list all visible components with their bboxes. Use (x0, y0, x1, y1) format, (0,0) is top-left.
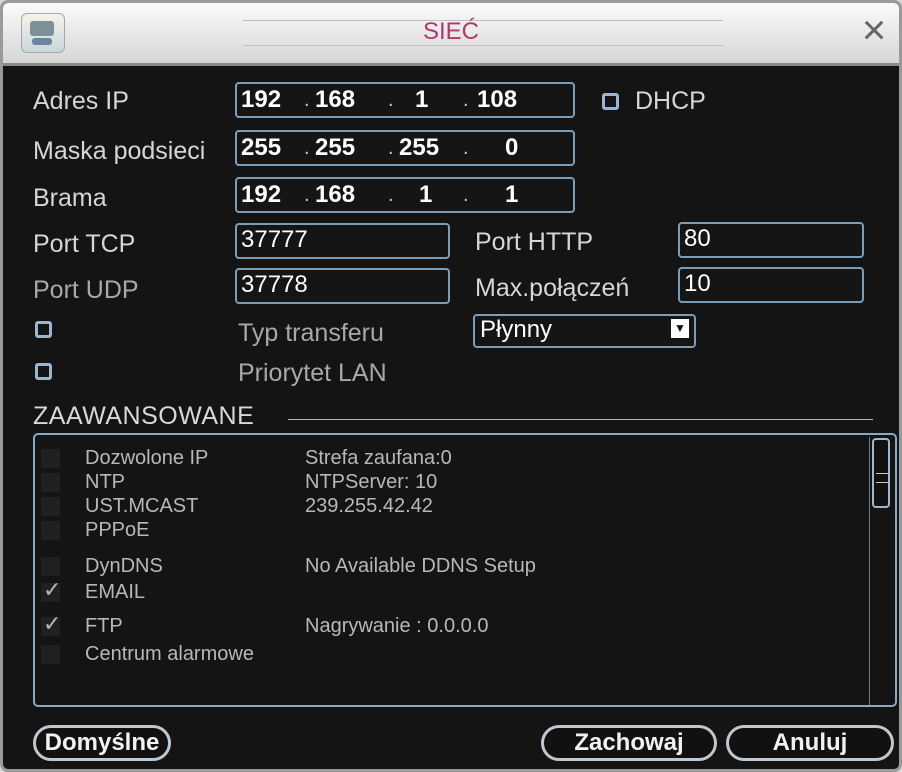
gateway-octet-2[interactable]: 168 (315, 180, 355, 210)
save-button[interactable]: Zachowaj (541, 725, 717, 761)
http-port-label: Port HTTP (475, 228, 594, 256)
item-checkbox[interactable] (41, 473, 60, 492)
list-item[interactable]: UST.MCAST 239.255.42.42 (35, 495, 865, 519)
item-name: DynDNS (85, 555, 163, 577)
mask-separator-2: . (388, 137, 394, 159)
item-value: NTPServer: 10 (305, 471, 438, 493)
tcp-port-label: Port TCP (33, 230, 136, 258)
transfer-type-select[interactable]: Płynny ▼ (473, 314, 696, 348)
window-title: SIEĆ (422, 18, 479, 45)
item-checkbox[interactable] (41, 449, 60, 468)
advanced-section-divider (288, 419, 873, 420)
network-settings-window: SIEĆ × Adres IP 192 . 168 . 1 . 108 DHCP… (0, 0, 902, 772)
item-checkbox[interactable] (41, 645, 60, 664)
transfer-type-label: Typ transferu (238, 319, 384, 347)
scroll-grip-icon (876, 473, 889, 483)
udp-port-field[interactable]: 37778 (235, 268, 450, 304)
title-bar: SIEĆ × (3, 3, 899, 66)
item-checkbox[interactable] (41, 557, 60, 576)
item-name: FTP (85, 615, 123, 637)
list-item[interactable]: FTP Nagrywanie : 0.0.0.0 (35, 612, 865, 639)
gateway-separator-2: . (388, 184, 394, 206)
chevron-down-icon[interactable]: ▼ (671, 319, 689, 338)
item-name: Dozwolone IP (85, 447, 209, 469)
list-item[interactable]: Dozwolone IP Strefa zaufana:0 (35, 447, 865, 471)
checkmark-icon[interactable] (41, 612, 61, 636)
http-port-field[interactable]: 80 (678, 222, 864, 258)
lan-priority-checkbox[interactable] (35, 363, 52, 380)
item-value: 239.255.42.42 (305, 495, 433, 517)
gateway-octet-1[interactable]: 192 (241, 180, 281, 210)
item-name: UST.MCAST (85, 495, 199, 517)
transfer-type-checkbox[interactable] (35, 321, 52, 338)
subnet-mask-field[interactable]: 255 . 255 . 255 . 0 (235, 130, 575, 166)
mask-octet-3[interactable]: 255 (399, 133, 439, 163)
gateway-label: Brama (33, 184, 107, 212)
ip-octet-2[interactable]: 168 (315, 85, 355, 115)
gateway-octet-3[interactable]: 1 (419, 180, 432, 210)
list-item[interactable]: PPPoE (35, 519, 865, 543)
checkmark-icon[interactable] (41, 578, 61, 602)
max-connections-label: Max.połączeń (475, 274, 630, 302)
item-value: Strefa zaufana:0 (305, 447, 452, 469)
lan-priority-label: Priorytet LAN (238, 359, 387, 387)
close-icon[interactable]: × (855, 9, 893, 51)
gateway-octet-4[interactable]: 1 (505, 180, 518, 210)
mask-octet-1[interactable]: 255 (241, 133, 281, 163)
item-name: Centrum alarmowe (85, 643, 254, 665)
ip-octet-3[interactable]: 1 (415, 85, 428, 115)
cancel-button[interactable]: Anuluj (726, 725, 894, 761)
scrollbar-thumb[interactable] (872, 438, 890, 508)
mask-separator-3: . (463, 137, 469, 159)
advanced-settings-list[interactable]: Dozwolone IP Strefa zaufana:0 NTP NTPSer… (33, 433, 897, 707)
ip-address-field[interactable]: 192 . 168 . 1 . 108 (235, 82, 575, 118)
ip-separator-1: . (304, 89, 310, 111)
item-name: PPPoE (85, 519, 150, 541)
udp-port-label: Port UDP (33, 276, 139, 304)
item-checkbox[interactable] (41, 497, 60, 516)
mask-octet-2[interactable]: 255 (315, 133, 355, 163)
mask-octet-4[interactable]: 0 (505, 133, 518, 163)
ip-separator-3: . (463, 89, 469, 111)
item-value: Nagrywanie : 0.0.0.0 (305, 615, 489, 637)
gateway-separator-3: . (463, 184, 469, 206)
gateway-separator-1: . (304, 184, 310, 206)
dhcp-label: DHCP (635, 87, 706, 115)
mask-separator-1: . (304, 137, 310, 159)
ip-address-label: Adres IP (33, 87, 129, 115)
advanced-section-title: ZAAWANSOWANE (33, 402, 255, 430)
item-name: EMAIL (85, 581, 146, 603)
network-app-icon (21, 13, 65, 53)
max-connections-field[interactable]: 10 (678, 267, 864, 303)
tcp-port-field[interactable]: 37777 (235, 223, 450, 259)
list-item[interactable]: EMAIL (35, 578, 865, 605)
ip-separator-2: . (388, 89, 394, 111)
item-value: No Available DDNS Setup (305, 555, 536, 577)
list-item[interactable]: Centrum alarmowe (35, 643, 865, 667)
list-scrollbar[interactable] (869, 437, 890, 705)
dhcp-checkbox[interactable] (602, 93, 619, 110)
transfer-type-value: Płynny (480, 316, 553, 343)
item-name: NTP (85, 471, 125, 493)
list-item[interactable]: DynDNS No Available DDNS Setup (35, 555, 865, 579)
default-button[interactable]: Domyślne (33, 725, 171, 761)
ip-octet-1[interactable]: 192 (241, 85, 281, 115)
gateway-field[interactable]: 192 . 168 . 1 . 1 (235, 177, 575, 213)
ip-octet-4[interactable]: 108 (477, 85, 517, 115)
subnet-mask-label: Maska podsieci (33, 137, 206, 165)
list-item[interactable]: NTP NTPServer: 10 (35, 471, 865, 495)
item-checkbox[interactable] (41, 521, 60, 540)
